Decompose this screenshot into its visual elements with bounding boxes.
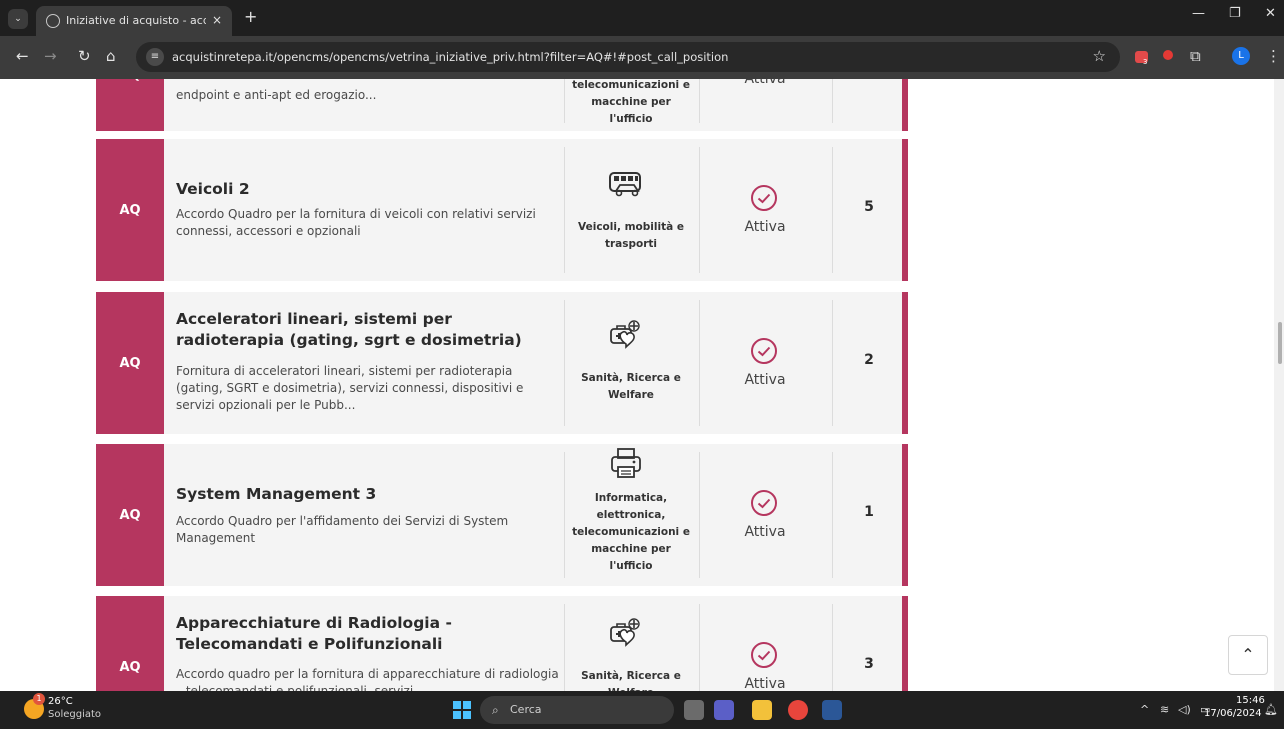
site-info-icon[interactable]: ≡ — [146, 48, 164, 66]
initiative-card[interactable]: AQ Veicoli 2 Accordo Quadro per la forni… — [96, 139, 908, 281]
card-title[interactable]: Acceleratori lineari, sistemi per radiot… — [176, 309, 562, 351]
tab-title: Iniziative di acquisto - acquistin — [66, 14, 206, 27]
tab-search-icon[interactable]: ⌄ — [8, 9, 28, 29]
check-circle-icon — [751, 338, 777, 364]
bookmark-star-icon[interactable]: ☆ — [1093, 47, 1106, 65]
taskbar-search-label: Cerca — [510, 703, 542, 716]
extension-badge: 3 — [1143, 58, 1147, 65]
back-to-top-button[interactable]: ⌃ — [1228, 635, 1268, 675]
window-close-icon[interactable]: ✕ — [1265, 6, 1276, 21]
type-badge: AQ — [96, 596, 164, 691]
home-icon[interactable]: ⌂ — [106, 47, 116, 65]
type-badge: AQ — [96, 292, 164, 434]
card-count: 2 — [864, 352, 874, 368]
clock-time[interactable]: 15:46 — [1236, 695, 1265, 706]
card-category: Informatica, elettronica, telecomunicazi… — [572, 492, 690, 572]
card-description: endpoint e anti-apt ed erogazio... — [176, 88, 377, 102]
browser-tab[interactable]: Iniziative di acquisto - acquistin × — [36, 6, 232, 36]
tab-close-icon[interactable]: × — [212, 13, 222, 27]
forward-icon[interactable]: → — [44, 47, 57, 65]
card-title[interactable]: Veicoli 2 — [176, 179, 562, 200]
weather-temperature[interactable]: 26°C — [48, 696, 73, 707]
card-count: 5 — [864, 199, 874, 215]
initiative-card[interactable]: AQ System Management 3 Accordo Quadro pe… — [96, 444, 908, 586]
card-category: Veicoli, mobilità e trasporti — [578, 221, 684, 250]
browser-toolbar: ← → ↻ ⌂ ≡ acquistinretepa.it/opencms/ope… — [0, 36, 1284, 79]
page-scrollbar[interactable] — [1274, 79, 1284, 691]
task-view-icon[interactable] — [684, 700, 704, 720]
chrome-icon[interactable] — [788, 700, 808, 720]
wifi-icon[interactable]: ≋ — [1160, 703, 1169, 716]
card-description: Accordo quadro per la fornitura di appar… — [176, 667, 559, 691]
check-circle-icon — [751, 185, 777, 211]
new-tab-button[interactable]: + — [244, 7, 257, 26]
card-description: Accordo Quadro per l'affidamento dei Ser… — [176, 514, 509, 545]
card-status: Attiva — [744, 219, 786, 235]
extension-icon[interactable]: 3 — [1134, 49, 1150, 65]
reload-icon[interactable]: ↻ — [78, 47, 91, 65]
record-icon[interactable] — [1162, 49, 1174, 61]
weather-condition[interactable]: Soleggiato — [48, 709, 101, 720]
windows-start-icon[interactable] — [453, 701, 471, 719]
page-content: AQ endpoint e anti-apt ed erogazio... te… — [0, 79, 1284, 691]
card-title[interactable]: System Management 3 — [176, 484, 562, 505]
profile-avatar[interactable]: L — [1232, 47, 1250, 65]
card-count: 3 — [864, 656, 874, 672]
vehicles-icon — [609, 172, 641, 197]
word-icon[interactable] — [822, 700, 842, 720]
type-badge: AQ — [96, 444, 164, 586]
card-status: Attiva — [744, 372, 786, 388]
extensions-puzzle-icon[interactable]: ⧉ — [1190, 47, 1201, 65]
url-text[interactable]: acquistinretepa.it/opencms/opencms/vetri… — [172, 50, 728, 64]
card-category: telecomunicazioni e macchine per l'uffic… — [572, 79, 690, 125]
clock-date[interactable]: 17/06/2024 — [1204, 708, 1262, 719]
scrollbar-thumb[interactable] — [1278, 322, 1282, 364]
minimize-icon[interactable]: — — [1192, 6, 1205, 21]
weather-badge: 1 — [33, 693, 45, 705]
health-icon — [610, 618, 640, 647]
file-explorer-icon[interactable] — [752, 700, 772, 720]
initiative-card[interactable]: AQ Apparecchiature di Radiologia - Telec… — [96, 596, 908, 691]
restore-icon[interactable]: ❐ — [1229, 6, 1241, 21]
volume-icon[interactable]: ◁) — [1178, 703, 1191, 716]
search-icon: ⌕ — [492, 703, 499, 717]
card-count: 1 — [864, 504, 874, 520]
card-category: Sanità, Ricerca e Welfare — [581, 372, 681, 401]
check-circle-icon — [751, 490, 777, 516]
card-description: Fornitura di acceleratori lineari, siste… — [176, 364, 524, 412]
globe-icon — [46, 14, 60, 28]
printer-icon — [611, 448, 641, 478]
address-bar[interactable]: ≡ acquistinretepa.it/opencms/opencms/vet… — [136, 42, 1120, 72]
card-status: Attiva — [744, 524, 786, 540]
taskbar-search[interactable]: ⌕ Cerca — [480, 696, 674, 724]
check-circle-icon — [751, 642, 777, 668]
tray-chevron-icon[interactable]: ^ — [1140, 703, 1149, 716]
notification-bell-icon[interactable]: 🔔︎ — [1264, 703, 1278, 716]
type-badge: AQ — [96, 79, 164, 131]
initiative-card[interactable]: AQ endpoint e anti-apt ed erogazio... te… — [96, 79, 908, 131]
card-description: Accordo Quadro per la fornitura di veico… — [176, 207, 536, 238]
health-icon — [610, 320, 640, 349]
card-status: Attiva — [744, 676, 786, 691]
initiative-card[interactable]: AQ Acceleratori lineari, sistemi per rad… — [96, 292, 908, 434]
windows-taskbar: 1 26°C Soleggiato ⌕ Cerca ^ ≋ ◁) ▭ 15:46… — [0, 691, 1284, 729]
card-category: Sanità, Ricerca e Welfare — [581, 670, 681, 691]
browser-tab-strip: ⌄ Iniziative di acquisto - acquistin × +… — [0, 0, 1284, 36]
card-title[interactable]: Apparecchiature di Radiologia - Telecoma… — [176, 613, 562, 655]
teams-icon[interactable] — [714, 700, 734, 720]
card-status: Attiva — [744, 79, 786, 87]
type-badge: AQ — [96, 139, 164, 281]
menu-dots-icon[interactable]: ⋮ — [1266, 47, 1281, 65]
back-icon[interactable]: ← — [16, 47, 29, 65]
